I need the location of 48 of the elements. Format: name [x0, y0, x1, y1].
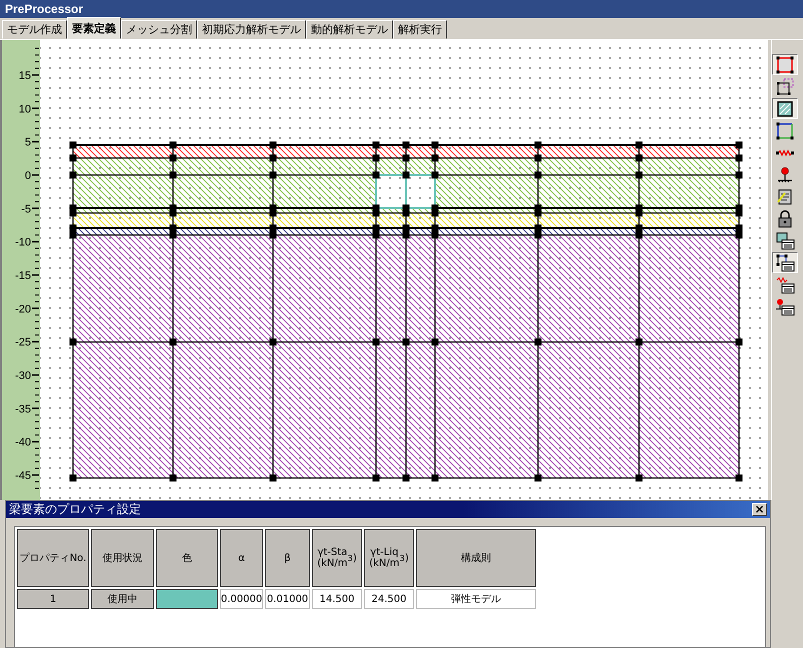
row-header: 1 [17, 589, 89, 609]
dashed-square-icon [775, 78, 795, 96]
axis-label: 15 [18, 70, 31, 82]
tool-button[interactable] [772, 252, 798, 273]
axis-label: -15 [15, 270, 31, 282]
column-header: 色 [156, 529, 218, 587]
tab[interactable]: 解析実行 [393, 20, 447, 39]
dialog-title: 梁要素のプロパティ設定 [9, 501, 141, 518]
element-square-icon [775, 56, 795, 74]
zigzag-table-icon [775, 276, 795, 294]
axis-label: -25 [15, 336, 31, 349]
column-header: 使用状況 [91, 529, 154, 587]
tab[interactable]: 初期応力解析モデル [197, 20, 306, 39]
axis-label: -20 [15, 303, 31, 316]
column-header: 構成則 [416, 529, 536, 587]
table-cell: 14.500 [312, 589, 362, 609]
table-cell: 0.00000 [220, 589, 263, 609]
axis-label: 10 [18, 103, 31, 116]
row-header: 使用中 [91, 589, 154, 609]
column-header: プロパティNo. [17, 529, 89, 587]
axis-label: 0 [24, 170, 31, 182]
color-swatch[interactable] [156, 589, 218, 609]
tab[interactable]: 要素定義 [67, 17, 121, 39]
square-table-icon [775, 232, 795, 250]
column-header: β [265, 529, 310, 587]
axis-label: -40 [15, 436, 31, 449]
table-cell: 0.01000 [265, 589, 310, 609]
tool-button[interactable] [772, 98, 798, 119]
axis-label: 5 [24, 136, 31, 149]
square-edges-icon [775, 122, 795, 140]
tab[interactable]: メッシュ分割 [121, 20, 197, 39]
axis-label: -5 [21, 203, 31, 216]
close-button[interactable]: × [752, 503, 767, 516]
filled-square-icon [775, 100, 795, 118]
frame-table-icon [775, 254, 795, 272]
tab[interactable]: モデル作成 [2, 20, 67, 39]
window-title: PreProcessor [5, 2, 84, 16]
axis-label: -30 [15, 370, 31, 382]
table-cell: 弾性モデル [416, 589, 536, 609]
tab[interactable]: 動的解析モデル [306, 20, 393, 39]
axis-label: -10 [15, 236, 31, 249]
tool-button[interactable] [772, 54, 798, 75]
pin-icon [775, 166, 795, 184]
pin-table-icon [775, 298, 795, 316]
table-cell: 24.500 [364, 589, 414, 609]
column-header: α [220, 529, 263, 587]
axis-label: -35 [15, 403, 31, 416]
axis-label: -45 [15, 470, 31, 482]
